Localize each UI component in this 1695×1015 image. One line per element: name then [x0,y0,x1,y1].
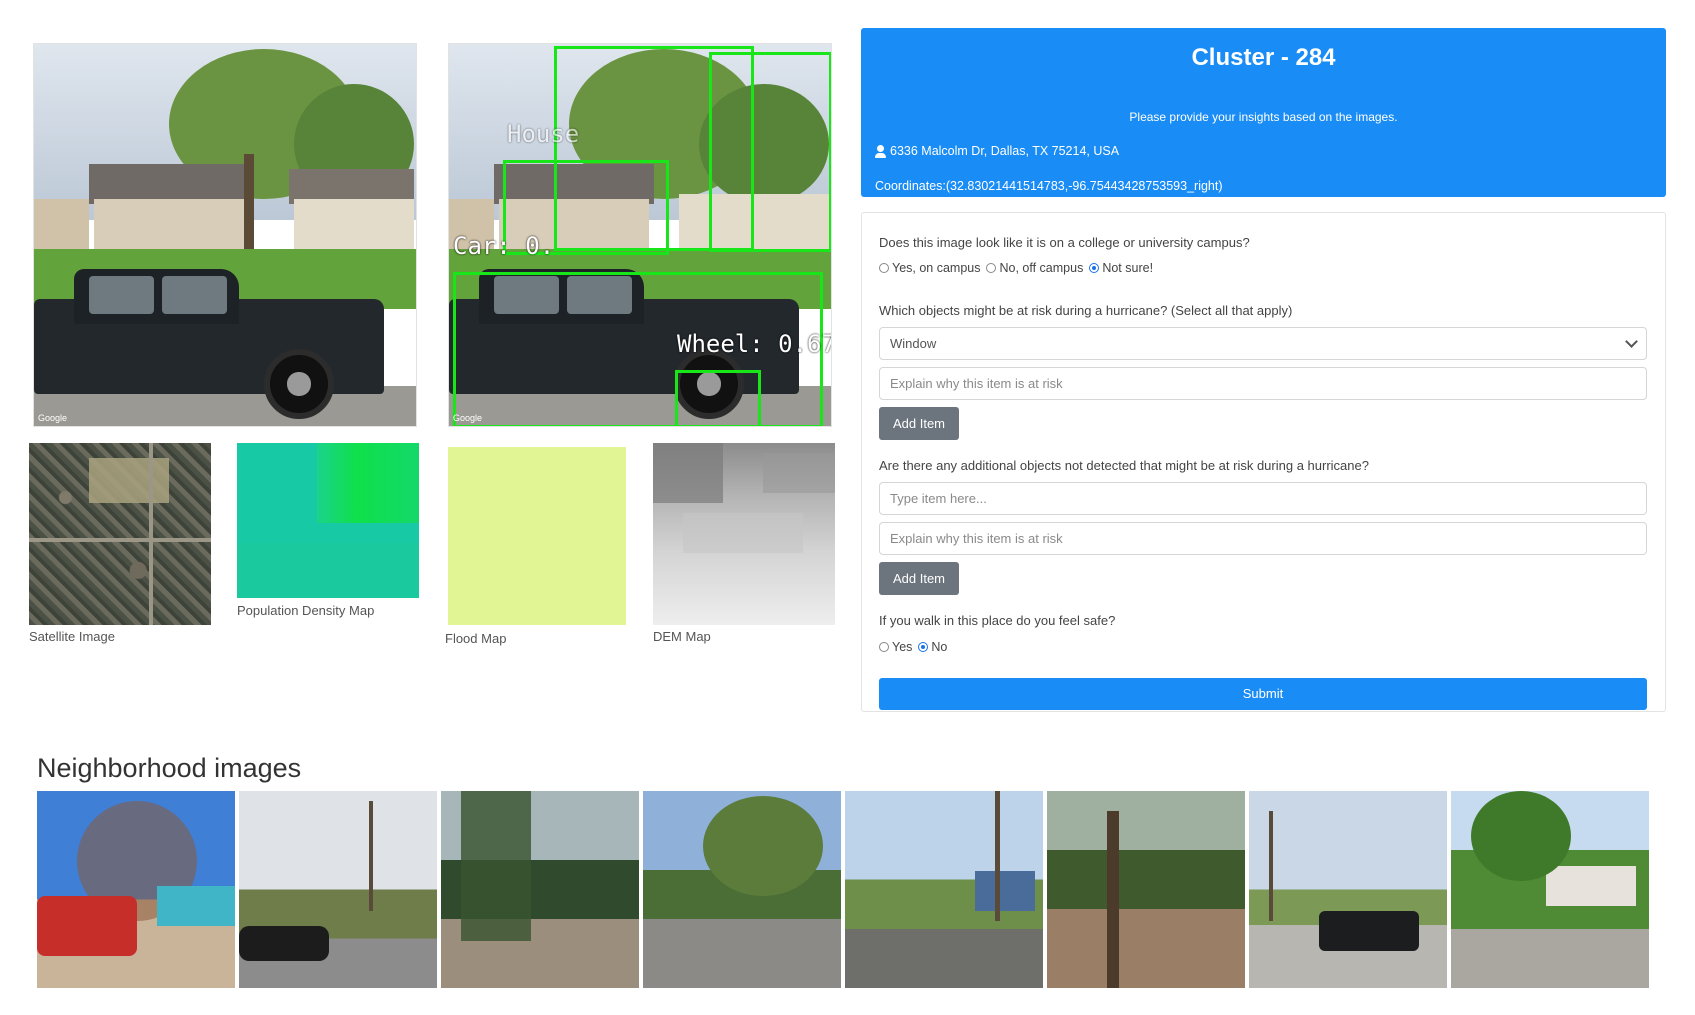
google-watermark: Google [38,413,68,423]
detection-label-wheel: Wheel: 0.67 [677,330,832,358]
population-density-map-caption: Population Density Map [237,603,375,618]
neighborhood-title: Neighborhood images [37,753,302,783]
cluster-title: Cluster - 284 [1191,44,1336,71]
address-line: 6336 Malcolm Dr, Dallas, TX 75214, USA [875,144,1119,158]
add-item-button[interactable]: Add Item [879,407,959,440]
neighborhood-image-strip [37,791,1649,988]
campus-option-not-sure[interactable]: Not sure! [1089,261,1153,275]
safety-question-label: If you walk in this place do you feel sa… [879,613,1116,628]
submit-button[interactable]: Submit [879,678,1647,710]
risk-explanation-input[interactable]: Explain why this item is at risk [879,367,1647,400]
safety-option-no[interactable]: No [918,640,947,654]
detection-box-wheel [675,370,761,426]
campus-question-label: Does this image look like it is on a col… [879,235,1250,250]
campus-option-no[interactable]: No, off campus [986,261,1083,275]
dem-map-caption: DEM Map [653,629,711,644]
neighborhood-image[interactable] [845,791,1043,988]
flood-map-caption: Flood Map [445,631,507,646]
detection-box-house [709,52,831,252]
neighborhood-image[interactable] [1249,791,1447,988]
coordinates-text: Coordinates:(32.83021441514783,-96.75443… [875,179,1223,193]
chevron-down-icon [1625,335,1638,348]
detection-label-house: House [507,120,580,148]
address-text: 6336 Malcolm Dr, Dallas, TX 75214, USA [890,144,1120,158]
neighborhood-image[interactable] [643,791,841,988]
additional-item-input[interactable]: Type item here... [879,482,1647,515]
cluster-subtitle: Please provide your insights based on th… [1129,110,1398,124]
population-density-map [237,443,419,598]
add-additional-item-button[interactable]: Add Item [879,562,959,595]
neighborhood-image[interactable] [441,791,639,988]
cluster-header-card: Cluster - 284 Please provide your insigh… [861,28,1666,197]
risk-object-select[interactable]: Window [879,327,1647,360]
object-detection-image: House Car: 0. Wheel: 0.67 Google [448,43,832,427]
location-pin-icon [875,144,886,158]
risk-object-select-value: Window [890,336,937,351]
dem-map [653,443,835,625]
insights-form: Does this image look like it is on a col… [861,212,1666,712]
detection-label-car: Car: 0. [453,232,555,260]
additional-objects-question-label: Are there any additional objects not det… [879,458,1369,473]
neighborhood-image[interactable] [1451,791,1649,988]
neighborhood-image[interactable] [239,791,437,988]
neighborhood-image[interactable] [1047,791,1245,988]
safety-radio-group: Yes No [879,640,953,654]
hurricane-risk-question-label: Which objects might be at risk during a … [879,303,1293,318]
satellite-image-caption: Satellite Image [29,629,115,644]
street-view-image: Google [33,43,417,427]
satellite-image [29,443,211,625]
additional-explanation-input[interactable]: Explain why this item is at risk [879,522,1647,555]
campus-option-yes[interactable]: Yes, on campus [879,261,980,275]
campus-radio-group: Yes, on campus No, off campus Not sure! [879,261,1159,275]
neighborhood-image[interactable] [37,791,235,988]
flood-map [448,447,626,625]
google-watermark: Google [453,413,483,423]
safety-option-yes[interactable]: Yes [879,640,912,654]
